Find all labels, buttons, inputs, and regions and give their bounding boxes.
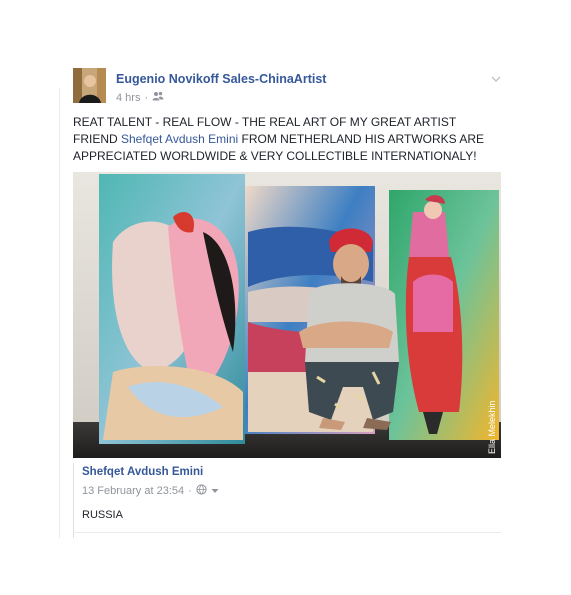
shared-quote-bar (73, 463, 74, 538)
post-text: REAT TALENT - REAL FLOW - THE REAL ART O… (73, 114, 503, 165)
shared-post-text: RUSSIA (82, 509, 123, 521)
bottom-divider (73, 532, 501, 533)
globe-icon[interactable] (196, 484, 207, 498)
friends-icon[interactable] (152, 91, 164, 104)
chevron-down-icon[interactable] (491, 70, 501, 82)
shared-author-name[interactable]: Shefqet Avdush Emini (82, 466, 203, 478)
author-avatar[interactable] (73, 68, 106, 103)
post-timestamp[interactable]: 4 hrs (116, 92, 140, 104)
caret-down-icon[interactable] (211, 485, 219, 497)
mention-link[interactable]: Shefqet Avdush Emini (121, 132, 238, 146)
meta-separator: · (188, 485, 192, 497)
photo-watermark: Ella Melekhin (487, 400, 497, 454)
shared-timestamp[interactable]: 13 February at 23:54 (82, 485, 184, 497)
artist-studio-image: Ella Melekhin (73, 172, 501, 458)
meta-separator: · (144, 91, 149, 104)
shared-meta: 13 February at 23:54 · (82, 484, 219, 498)
post-photo[interactable]: Ella Melekhin (73, 172, 501, 458)
author-name[interactable]: Eugenio Novikoff Sales-ChinaArtist (116, 72, 326, 86)
post-meta: 4 hrs · (116, 91, 164, 104)
